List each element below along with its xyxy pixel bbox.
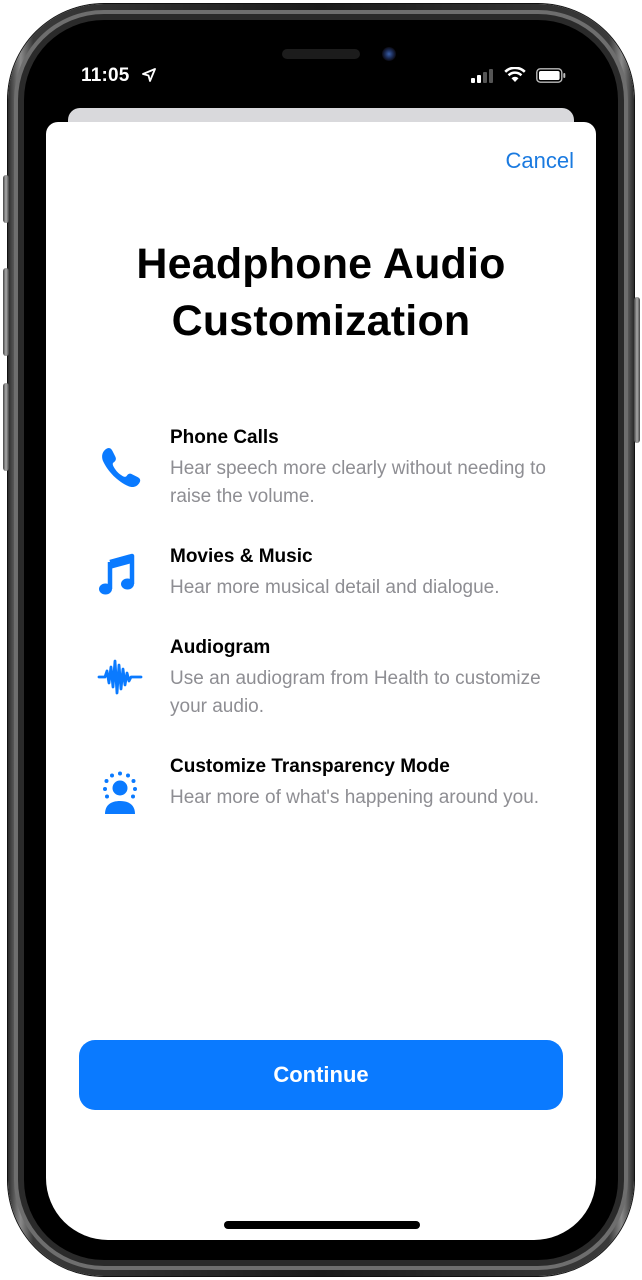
phone-icon (102, 447, 141, 488)
music-note-icon (99, 553, 135, 595)
earpiece-speaker (282, 49, 360, 59)
transparency-person-icon (103, 771, 137, 814)
location-arrow-icon (142, 68, 156, 82)
status-bar: 11:05 (46, 38, 596, 108)
volume-down-button (3, 383, 9, 471)
feature-title: Audiogram (170, 637, 271, 658)
silent-switch (3, 175, 9, 223)
feature-description: Use an audiogram from Health to customiz… (170, 668, 541, 717)
feature-description: Hear more of what's happening around you… (170, 787, 540, 808)
waveform-icon (97, 659, 143, 695)
battery-icon (536, 68, 566, 83)
screen: 11:05 Cancel Headphone Audio Customizati… (46, 38, 596, 1240)
feature-title: Customize Transparency Mode (170, 756, 450, 777)
page-title: Headphone Audio Customization (46, 236, 596, 350)
feature-description: Hear more musical detail and dialogue. (170, 577, 500, 598)
status-time: 11:05 (81, 65, 130, 86)
home-indicator[interactable] (224, 1221, 420, 1229)
side-button (634, 297, 640, 443)
cancel-button[interactable]: Cancel (506, 148, 574, 174)
feature-description: Hear speech more clearly without needing… (170, 458, 546, 507)
front-camera (382, 47, 396, 61)
volume-up-button (3, 268, 9, 356)
modal-sheet: Cancel Headphone Audio Customization Pho… (46, 122, 596, 1240)
title-line-2: Customization (171, 297, 471, 345)
cellular-signal-icon (471, 69, 493, 83)
continue-button[interactable]: Continue (79, 1040, 563, 1110)
continue-label: Continue (273, 1062, 369, 1087)
feature-title: Phone Calls (170, 427, 279, 448)
wifi-icon (504, 67, 526, 82)
title-line-1: Headphone Audio (136, 240, 506, 288)
feature-title: Movies & Music (170, 546, 313, 567)
